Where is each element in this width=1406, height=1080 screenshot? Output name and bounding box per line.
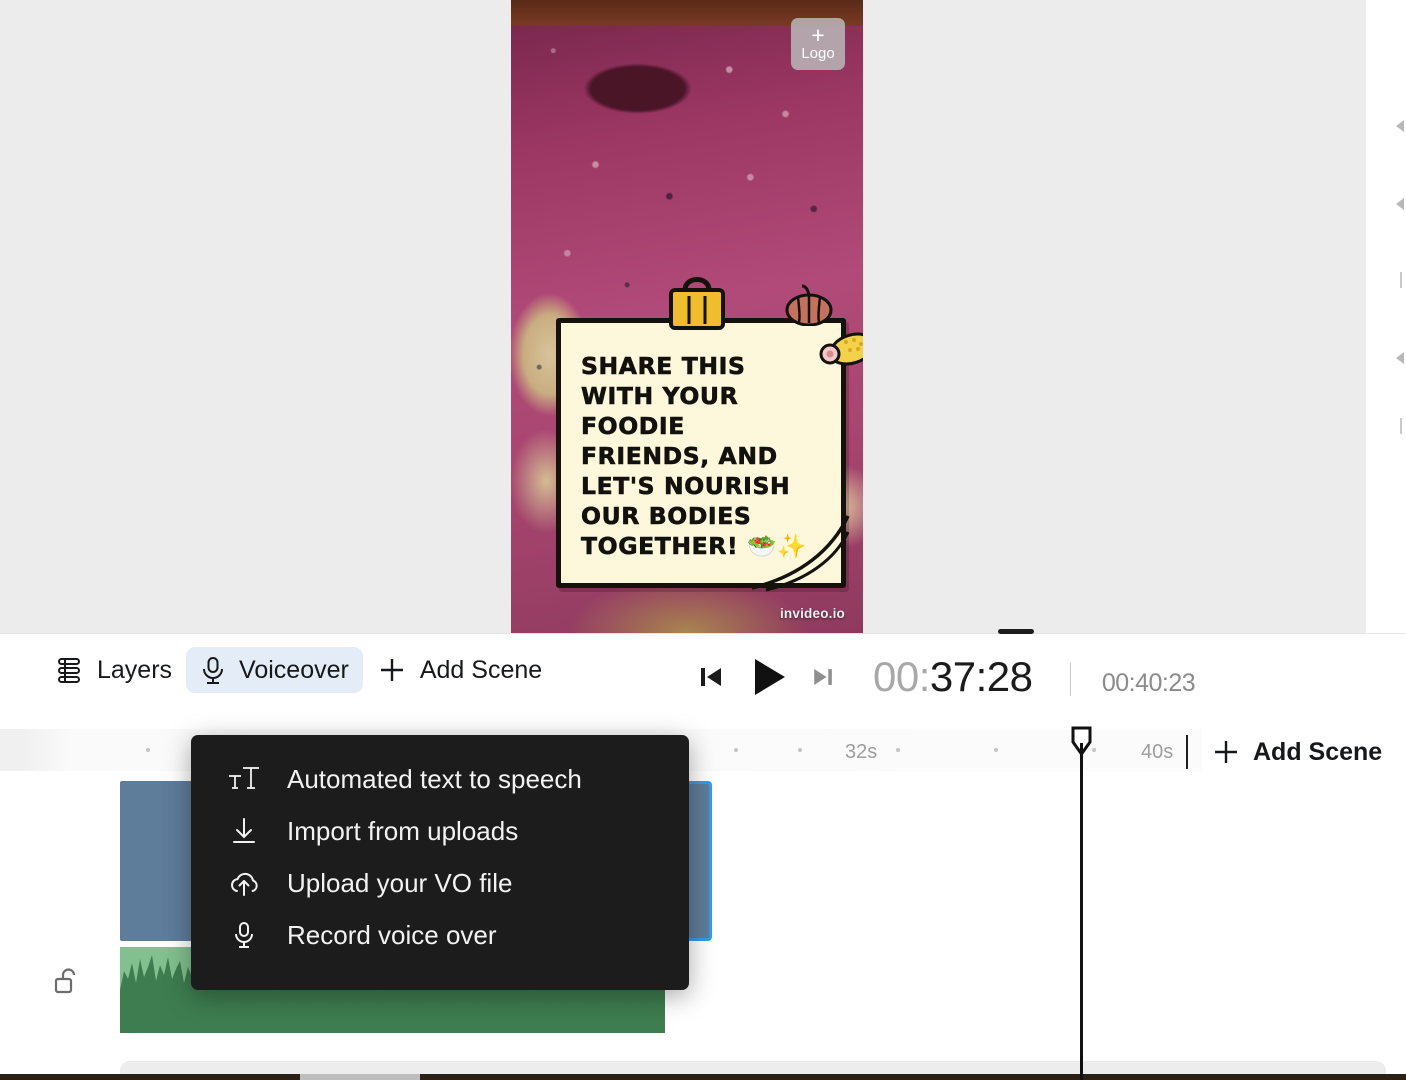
player-controls: 00:37:28 00:40:23 xyxy=(683,649,1196,705)
text-note-overlay[interactable]: SHARE THIS WITH YOUR FOODIE FRIENDS, AND… xyxy=(556,277,863,592)
download-icon xyxy=(233,818,255,843)
microphone-icon xyxy=(203,657,224,684)
preview-stage: + Logo SHARE THIS WITH YOUR FOODIE FRIEN… xyxy=(0,0,1406,633)
text-to-speech-icon xyxy=(229,767,259,789)
menu-item-label: Automated text to speech xyxy=(287,763,582,794)
cloud-upload-icon xyxy=(231,872,258,896)
voiceover-button-label: Voiceover xyxy=(239,655,349,684)
plus-icon: + xyxy=(811,22,825,48)
pumpkin-icon xyxy=(785,284,833,326)
total-duration: 00:40:23 xyxy=(1101,669,1196,697)
ruler-tick xyxy=(896,748,900,752)
plus-icon xyxy=(1215,741,1237,763)
voiceover-button[interactable]: Voiceover xyxy=(186,647,363,693)
chevron-left-icon[interactable] xyxy=(1396,198,1404,210)
add-scene-button[interactable]: Add Scene xyxy=(363,647,556,693)
playhead-line xyxy=(1080,743,1083,1080)
editor-toolbar: Layers Voiceover Add Scene 00:37:28 00:4… xyxy=(0,647,1406,709)
skip-next-button[interactable] xyxy=(795,649,851,705)
video-canvas[interactable]: + Logo SHARE THIS WITH YOUR FOODIE FRIEN… xyxy=(511,0,863,633)
add-scene-timeline-button[interactable]: Add Scene xyxy=(1211,737,1382,767)
menu-item-import-from-uploads[interactable]: Import from uploads xyxy=(191,805,689,857)
invideo-editor-window: + Logo SHARE THIS WITH YOUR FOODIE FRIEN… xyxy=(0,0,1406,1080)
skip-next-icon xyxy=(814,669,832,685)
microphone-icon xyxy=(235,922,253,948)
menu-item-upload-vo-file[interactable]: Upload your VO file xyxy=(191,857,689,909)
ruler-end-marker xyxy=(1186,735,1188,769)
layers-button-label: Layers xyxy=(97,655,173,684)
current-timecode[interactable]: 00:37:28 00:40:23 xyxy=(873,653,1196,701)
timecode-hours: 00: xyxy=(873,653,930,700)
logo-placeholder[interactable]: + Logo xyxy=(791,18,845,70)
play-button[interactable] xyxy=(739,649,795,705)
unlock-icon xyxy=(54,968,76,994)
chevron-left-icon[interactable] xyxy=(1396,120,1404,132)
ruler-tick xyxy=(994,748,998,752)
layers-icon xyxy=(58,658,80,683)
voiceover-dropdown-menu: Automated text to speech Import from upl… xyxy=(191,735,689,990)
play-icon xyxy=(755,659,785,695)
corn-icon xyxy=(819,332,863,366)
edge-tick-mark xyxy=(1400,272,1402,288)
invideo-watermark: invideo.io xyxy=(779,606,845,621)
bottom-edge-segment xyxy=(300,1074,420,1080)
ruler-tick xyxy=(146,748,150,752)
binder-clip-icon xyxy=(669,277,725,330)
skip-previous-button[interactable] xyxy=(683,649,739,705)
panel-resize-handle[interactable] xyxy=(998,629,1034,634)
menu-item-automated-text-to-speech[interactable]: Automated text to speech xyxy=(191,753,689,805)
ruler-tick xyxy=(734,748,738,752)
chevron-left-icon[interactable] xyxy=(1396,352,1404,364)
audio-track-lock-button[interactable] xyxy=(52,967,78,995)
skip-previous-icon xyxy=(701,668,721,686)
window-bottom-edge xyxy=(0,1074,1406,1080)
add-scene-button-label: Add Scene xyxy=(419,655,543,684)
timecode-divider xyxy=(1069,663,1071,697)
menu-item-label: Import from uploads xyxy=(287,815,519,846)
edge-tick-mark xyxy=(1400,418,1402,434)
plus-icon xyxy=(380,659,403,681)
ruler-label-40s: 40s xyxy=(1141,741,1174,763)
ruler-label-32s: 32s xyxy=(845,741,878,763)
timecode-value: 37:28 xyxy=(929,653,1033,700)
menu-item-record-voice-over[interactable]: Record voice over xyxy=(191,909,689,961)
ruler-tick xyxy=(798,748,802,752)
menu-item-label: Record voice over xyxy=(287,919,497,950)
right-edge-markers xyxy=(1366,0,1406,633)
page-curl-decoration xyxy=(751,515,850,592)
add-scene-timeline-label: Add Scene xyxy=(1253,737,1383,766)
menu-item-label: Upload your VO file xyxy=(287,867,513,898)
layers-button[interactable]: Layers xyxy=(40,647,186,693)
logo-placeholder-label: Logo xyxy=(801,45,835,62)
